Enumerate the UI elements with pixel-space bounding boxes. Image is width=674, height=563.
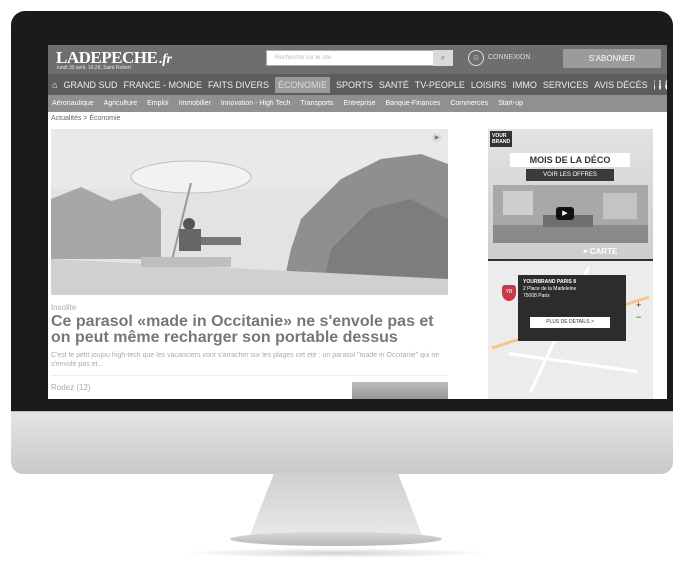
play-icon[interactable]: ▶ bbox=[432, 133, 442, 143]
divider bbox=[51, 375, 448, 376]
twitter-icon[interactable]: t bbox=[659, 79, 661, 90]
subnav-banque-finances[interactable]: Banque-Finances bbox=[385, 100, 440, 107]
user-icon[interactable]: ☺ bbox=[468, 50, 484, 66]
next-article-thumbnail[interactable] bbox=[352, 382, 448, 399]
article-tag[interactable]: Insolite bbox=[51, 303, 76, 312]
subnav-aeronautique[interactable]: Aéronautique bbox=[52, 100, 94, 107]
subnav-emploi[interactable]: Emploi bbox=[147, 100, 168, 107]
screen: LADEPECHE .fr lundi 30 avril, 16:28, Sain… bbox=[48, 45, 667, 399]
store-details-button[interactable]: PLUS DE DÉTAILS > bbox=[530, 317, 610, 328]
store-name: YOURBRAND PARIS 8 bbox=[523, 279, 576, 285]
monitor-base bbox=[230, 532, 442, 546]
store-pin-icon[interactable]: YB bbox=[502, 285, 516, 301]
monitor-chin bbox=[11, 411, 673, 474]
store-info-card: YOURBRAND PARIS 8 2 Place de la Madelein… bbox=[518, 275, 626, 341]
subnav-commerces[interactable]: Commerces bbox=[450, 100, 488, 107]
store-address-line: 75008 Paris bbox=[523, 293, 550, 299]
nav-tv-people[interactable]: TV-PEOPLE bbox=[415, 80, 465, 90]
subnav-agriculture[interactable]: Agriculture bbox=[104, 100, 137, 107]
subnav-entreprise[interactable]: Entreprise bbox=[344, 100, 376, 107]
monitor-stand bbox=[250, 473, 422, 535]
mail-icon[interactable]: ✉ bbox=[664, 79, 667, 90]
home-icon[interactable]: ⌂ bbox=[52, 80, 57, 90]
next-article-location[interactable]: Rodez (12) bbox=[51, 383, 91, 392]
subscribe-button[interactable]: S'ABONNER bbox=[563, 49, 661, 68]
nav-sports[interactable]: SPORTS bbox=[336, 80, 373, 90]
subnav-immobilier[interactable]: Immobilier bbox=[179, 100, 211, 107]
beach-photo bbox=[51, 129, 448, 295]
search-icon[interactable]: ⌕ bbox=[433, 50, 453, 66]
article-description: C'est le petit joujou high-tech que les … bbox=[51, 352, 440, 368]
article-headline[interactable]: Ce parasol «made in Occitanie» ne s'envo… bbox=[51, 314, 451, 346]
map-road bbox=[508, 351, 638, 374]
site-header: LADEPECHE .fr lundi 30 avril, 16:28, Sain… bbox=[48, 45, 667, 74]
ad-visual: VOUR BRAND MOIS DE LA DÉCO VOIR LES OFFRE… bbox=[488, 129, 653, 259]
nav-avis-deces[interactable]: AVIS DÉCÈS bbox=[594, 80, 647, 90]
video-play-icon[interactable]: ▶ bbox=[556, 207, 574, 220]
nav-economie[interactable]: ÉCONOMIE bbox=[274, 76, 330, 93]
nav-france-monde[interactable]: FRANCE - MONDE bbox=[123, 80, 202, 90]
breadcrumb[interactable]: Actualités > Économie bbox=[51, 115, 120, 122]
ad-brand-logo: VOUR BRAND bbox=[490, 131, 513, 147]
nav-services[interactable]: SERVICES bbox=[543, 80, 588, 90]
ad-title: MOIS DE LA DÉCO bbox=[510, 153, 630, 167]
nav-faits-divers[interactable]: FAITS DIVERS bbox=[208, 80, 269, 90]
location-pin-icon: ⌖ bbox=[583, 247, 590, 256]
subnav-start-up[interactable]: Start-up bbox=[498, 100, 523, 107]
subnav-innovation[interactable]: Innovation - High Tech bbox=[221, 100, 291, 107]
nav-loisirs[interactable]: LOISIRS bbox=[471, 80, 507, 90]
ad-map-label[interactable]: ⌖ CARTE bbox=[583, 247, 617, 257]
store-address-line: 2 Place de la Madeleine bbox=[523, 286, 577, 292]
nav-grand-sud[interactable]: GRAND SUD bbox=[63, 80, 117, 90]
ad-banner[interactable]: VOUR BRAND MOIS DE LA DÉCO VOIR LES OFFRE… bbox=[488, 129, 653, 399]
monitor: LADEPECHE .fr lundi 30 avril, 16:28, Sain… bbox=[11, 11, 673, 535]
date-line: lundi 30 avril, 16:28, Saint Robert bbox=[57, 65, 131, 71]
nav-sante[interactable]: SANTÉ bbox=[379, 80, 409, 90]
page-content: Actualités > Économie ▶ Insolite Ce para… bbox=[48, 112, 667, 399]
map-zoom-controls[interactable]: + − bbox=[636, 299, 641, 323]
facebook-icon[interactable]: f bbox=[653, 79, 656, 90]
monitor-shadow bbox=[180, 548, 492, 558]
ad-offers-button[interactable]: VOIR LES OFFRES bbox=[526, 169, 614, 181]
sub-nav: Aéronautique Agriculture Emploi Immobili… bbox=[48, 95, 667, 112]
main-nav: ⌂ GRAND SUD FRANCE - MONDE FAITS DIVERS … bbox=[48, 74, 667, 95]
ad-map[interactable]: YB YOURBRAND PARIS 8 2 Place de la Madel… bbox=[488, 261, 653, 399]
ad-video[interactable]: ▶ bbox=[493, 185, 648, 243]
hero-image[interactable]: ▶ bbox=[51, 129, 448, 295]
subnav-transports[interactable]: Transports bbox=[300, 100, 333, 107]
nav-immo[interactable]: IMMO bbox=[512, 80, 537, 90]
connexion-link[interactable]: CONNEXION bbox=[488, 54, 530, 61]
search-input[interactable]: Recherche sur le site bbox=[266, 50, 444, 66]
